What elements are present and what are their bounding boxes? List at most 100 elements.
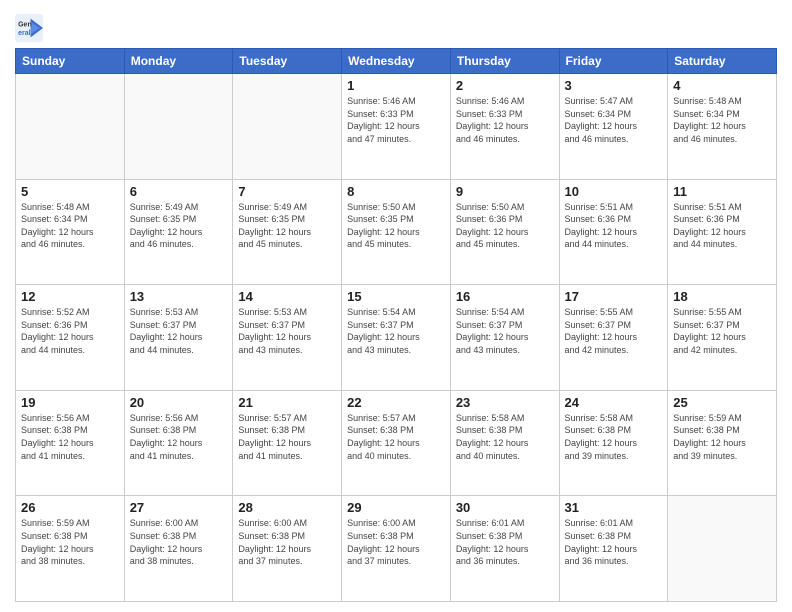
calendar-cell: 18 Sunrise: 5:55 AM Sunset: 6:37 PM Dayli… — [668, 285, 777, 391]
day-info: Sunrise: 5:58 AM Sunset: 6:38 PM Dayligh… — [456, 412, 554, 462]
day-info: Sunrise: 5:55 AM Sunset: 6:37 PM Dayligh… — [673, 306, 771, 356]
day-number: 13 — [130, 289, 228, 304]
calendar-cell: 8 Sunrise: 5:50 AM Sunset: 6:35 PM Daylig… — [342, 179, 451, 285]
day-number: 16 — [456, 289, 554, 304]
calendar-cell: 14 Sunrise: 5:53 AM Sunset: 6:37 PM Dayli… — [233, 285, 342, 391]
calendar-cell: 6 Sunrise: 5:49 AM Sunset: 6:35 PM Daylig… — [124, 179, 233, 285]
calendar-cell — [668, 496, 777, 602]
day-number: 20 — [130, 395, 228, 410]
day-info: Sunrise: 6:01 AM Sunset: 6:38 PM Dayligh… — [565, 517, 663, 567]
day-number: 29 — [347, 500, 445, 515]
day-info: Sunrise: 5:56 AM Sunset: 6:38 PM Dayligh… — [21, 412, 119, 462]
header: Gen eral — [15, 10, 777, 42]
weekday-header-monday: Monday — [124, 49, 233, 74]
calendar-cell — [124, 74, 233, 180]
calendar-cell: 5 Sunrise: 5:48 AM Sunset: 6:34 PM Daylig… — [16, 179, 125, 285]
calendar-cell: 3 Sunrise: 5:47 AM Sunset: 6:34 PM Daylig… — [559, 74, 668, 180]
calendar-cell: 17Sunrise: 5:55 AM Sunset: 6:37 PM Dayli… — [559, 285, 668, 391]
day-number: 5 — [21, 184, 119, 199]
svg-text:Gen: Gen — [18, 21, 32, 28]
calendar-cell: 30Sunrise: 6:01 AM Sunset: 6:38 PM Dayli… — [450, 496, 559, 602]
day-info: Sunrise: 5:53 AM Sunset: 6:37 PM Dayligh… — [238, 306, 336, 356]
day-info: Sunrise: 5:46 AM Sunset: 6:33 PM Dayligh… — [456, 95, 554, 145]
day-info: Sunrise: 5:51 AM Sunset: 6:36 PM Dayligh… — [565, 201, 663, 251]
day-number: 24 — [565, 395, 663, 410]
day-info: Sunrise: 5:50 AM Sunset: 6:36 PM Dayligh… — [456, 201, 554, 251]
day-number: 3 — [565, 78, 663, 93]
day-info: Sunrise: 5:53 AM Sunset: 6:37 PM Dayligh… — [130, 306, 228, 356]
calendar-cell: 24 Sunrise: 5:58 AM Sunset: 6:38 PM Dayli… — [559, 390, 668, 496]
day-number: 30 — [456, 500, 554, 515]
weekday-header-friday: Friday — [559, 49, 668, 74]
calendar-cell: 25Sunrise: 5:59 AM Sunset: 6:38 PM Dayli… — [668, 390, 777, 496]
logo-icon: Gen eral — [15, 14, 43, 42]
day-info: Sunrise: 5:48 AM Sunset: 6:34 PM Dayligh… — [21, 201, 119, 251]
calendar-cell: 23 Sunrise: 5:58 AM Sunset: 6:38 PM Dayli… — [450, 390, 559, 496]
calendar-cell: 28 Sunrise: 6:00 AM Sunset: 6:38 PM Dayli… — [233, 496, 342, 602]
weekday-header-wednesday: Wednesday — [342, 49, 451, 74]
day-number: 4 — [673, 78, 771, 93]
weekday-header-tuesday: Tuesday — [233, 49, 342, 74]
day-info: Sunrise: 5:56 AM Sunset: 6:38 PM Dayligh… — [130, 412, 228, 462]
logo: Gen eral — [15, 14, 47, 42]
day-info: Sunrise: 5:57 AM Sunset: 6:38 PM Dayligh… — [347, 412, 445, 462]
day-number: 26 — [21, 500, 119, 515]
calendar-cell: 29Sunrise: 6:00 AM Sunset: 6:38 PM Dayli… — [342, 496, 451, 602]
calendar-cell: 9Sunrise: 5:50 AM Sunset: 6:36 PM Daylig… — [450, 179, 559, 285]
day-info: Sunrise: 5:51 AM Sunset: 6:36 PM Dayligh… — [673, 201, 771, 251]
day-number: 7 — [238, 184, 336, 199]
calendar-cell: 12Sunrise: 5:52 AM Sunset: 6:36 PM Dayli… — [16, 285, 125, 391]
calendar-cell: 15 Sunrise: 5:54 AM Sunset: 6:37 PM Dayli… — [342, 285, 451, 391]
calendar-week-4: 19Sunrise: 5:56 AM Sunset: 6:38 PM Dayli… — [16, 390, 777, 496]
day-number: 10 — [565, 184, 663, 199]
day-info: Sunrise: 5:50 AM Sunset: 6:35 PM Dayligh… — [347, 201, 445, 251]
calendar-cell: 13 Sunrise: 5:53 AM Sunset: 6:37 PM Dayli… — [124, 285, 233, 391]
day-number: 8 — [347, 184, 445, 199]
day-info: Sunrise: 5:55 AM Sunset: 6:37 PM Dayligh… — [565, 306, 663, 356]
calendar-cell: 1Sunrise: 5:46 AM Sunset: 6:33 PM Daylig… — [342, 74, 451, 180]
day-number: 27 — [130, 500, 228, 515]
day-info: Sunrise: 5:57 AM Sunset: 6:38 PM Dayligh… — [238, 412, 336, 462]
calendar-week-2: 5 Sunrise: 5:48 AM Sunset: 6:34 PM Daylig… — [16, 179, 777, 285]
day-number: 6 — [130, 184, 228, 199]
calendar-cell: 4 Sunrise: 5:48 AM Sunset: 6:34 PM Daylig… — [668, 74, 777, 180]
day-info: Sunrise: 5:59 AM Sunset: 6:38 PM Dayligh… — [673, 412, 771, 462]
svg-text:eral: eral — [18, 30, 31, 37]
day-info: Sunrise: 6:00 AM Sunset: 6:38 PM Dayligh… — [238, 517, 336, 567]
calendar-cell: 22Sunrise: 5:57 AM Sunset: 6:38 PM Dayli… — [342, 390, 451, 496]
day-info: Sunrise: 5:58 AM Sunset: 6:38 PM Dayligh… — [565, 412, 663, 462]
day-number: 11 — [673, 184, 771, 199]
calendar-cell: 7 Sunrise: 5:49 AM Sunset: 6:35 PM Daylig… — [233, 179, 342, 285]
calendar-cell: 21Sunrise: 5:57 AM Sunset: 6:38 PM Dayli… — [233, 390, 342, 496]
day-info: Sunrise: 5:49 AM Sunset: 6:35 PM Dayligh… — [130, 201, 228, 251]
weekday-header-row: SundayMondayTuesdayWednesdayThursdayFrid… — [16, 49, 777, 74]
calendar-cell: 27 Sunrise: 6:00 AM Sunset: 6:38 PM Dayli… — [124, 496, 233, 602]
day-info: Sunrise: 5:46 AM Sunset: 6:33 PM Dayligh… — [347, 95, 445, 145]
day-info: Sunrise: 5:49 AM Sunset: 6:35 PM Dayligh… — [238, 201, 336, 251]
calendar-cell: 31 Sunrise: 6:01 AM Sunset: 6:38 PM Dayli… — [559, 496, 668, 602]
calendar-cell: 11 Sunrise: 5:51 AM Sunset: 6:36 PM Dayli… — [668, 179, 777, 285]
calendar-week-3: 12Sunrise: 5:52 AM Sunset: 6:36 PM Dayli… — [16, 285, 777, 391]
day-number: 18 — [673, 289, 771, 304]
day-number: 15 — [347, 289, 445, 304]
weekday-header-saturday: Saturday — [668, 49, 777, 74]
calendar-cell — [233, 74, 342, 180]
day-number: 14 — [238, 289, 336, 304]
calendar-cell: 26 Sunrise: 5:59 AM Sunset: 6:38 PM Dayli… — [16, 496, 125, 602]
calendar-cell: 10 Sunrise: 5:51 AM Sunset: 6:36 PM Dayli… — [559, 179, 668, 285]
day-info: Sunrise: 5:48 AM Sunset: 6:34 PM Dayligh… — [673, 95, 771, 145]
day-info: Sunrise: 5:59 AM Sunset: 6:38 PM Dayligh… — [21, 517, 119, 567]
day-number: 23 — [456, 395, 554, 410]
day-info: Sunrise: 5:54 AM Sunset: 6:37 PM Dayligh… — [456, 306, 554, 356]
day-info: Sunrise: 6:00 AM Sunset: 6:38 PM Dayligh… — [130, 517, 228, 567]
day-number: 31 — [565, 500, 663, 515]
day-info: Sunrise: 5:47 AM Sunset: 6:34 PM Dayligh… — [565, 95, 663, 145]
weekday-header-thursday: Thursday — [450, 49, 559, 74]
day-number: 28 — [238, 500, 336, 515]
day-number: 2 — [456, 78, 554, 93]
day-info: Sunrise: 5:54 AM Sunset: 6:37 PM Dayligh… — [347, 306, 445, 356]
calendar-cell: 20 Sunrise: 5:56 AM Sunset: 6:38 PM Dayli… — [124, 390, 233, 496]
weekday-header-sunday: Sunday — [16, 49, 125, 74]
day-info: Sunrise: 5:52 AM Sunset: 6:36 PM Dayligh… — [21, 306, 119, 356]
calendar-cell — [16, 74, 125, 180]
